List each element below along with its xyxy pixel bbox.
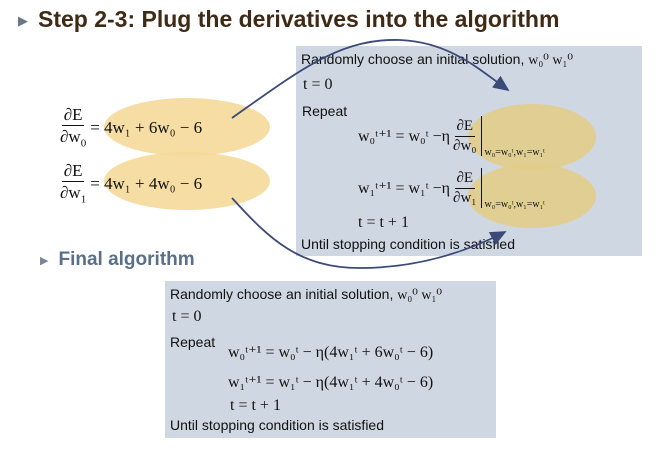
arrow-dw1-to-update bbox=[231, 197, 507, 269]
connector-arrows bbox=[231, 39, 510, 269]
arrow-dw0-to-update bbox=[231, 39, 510, 119]
